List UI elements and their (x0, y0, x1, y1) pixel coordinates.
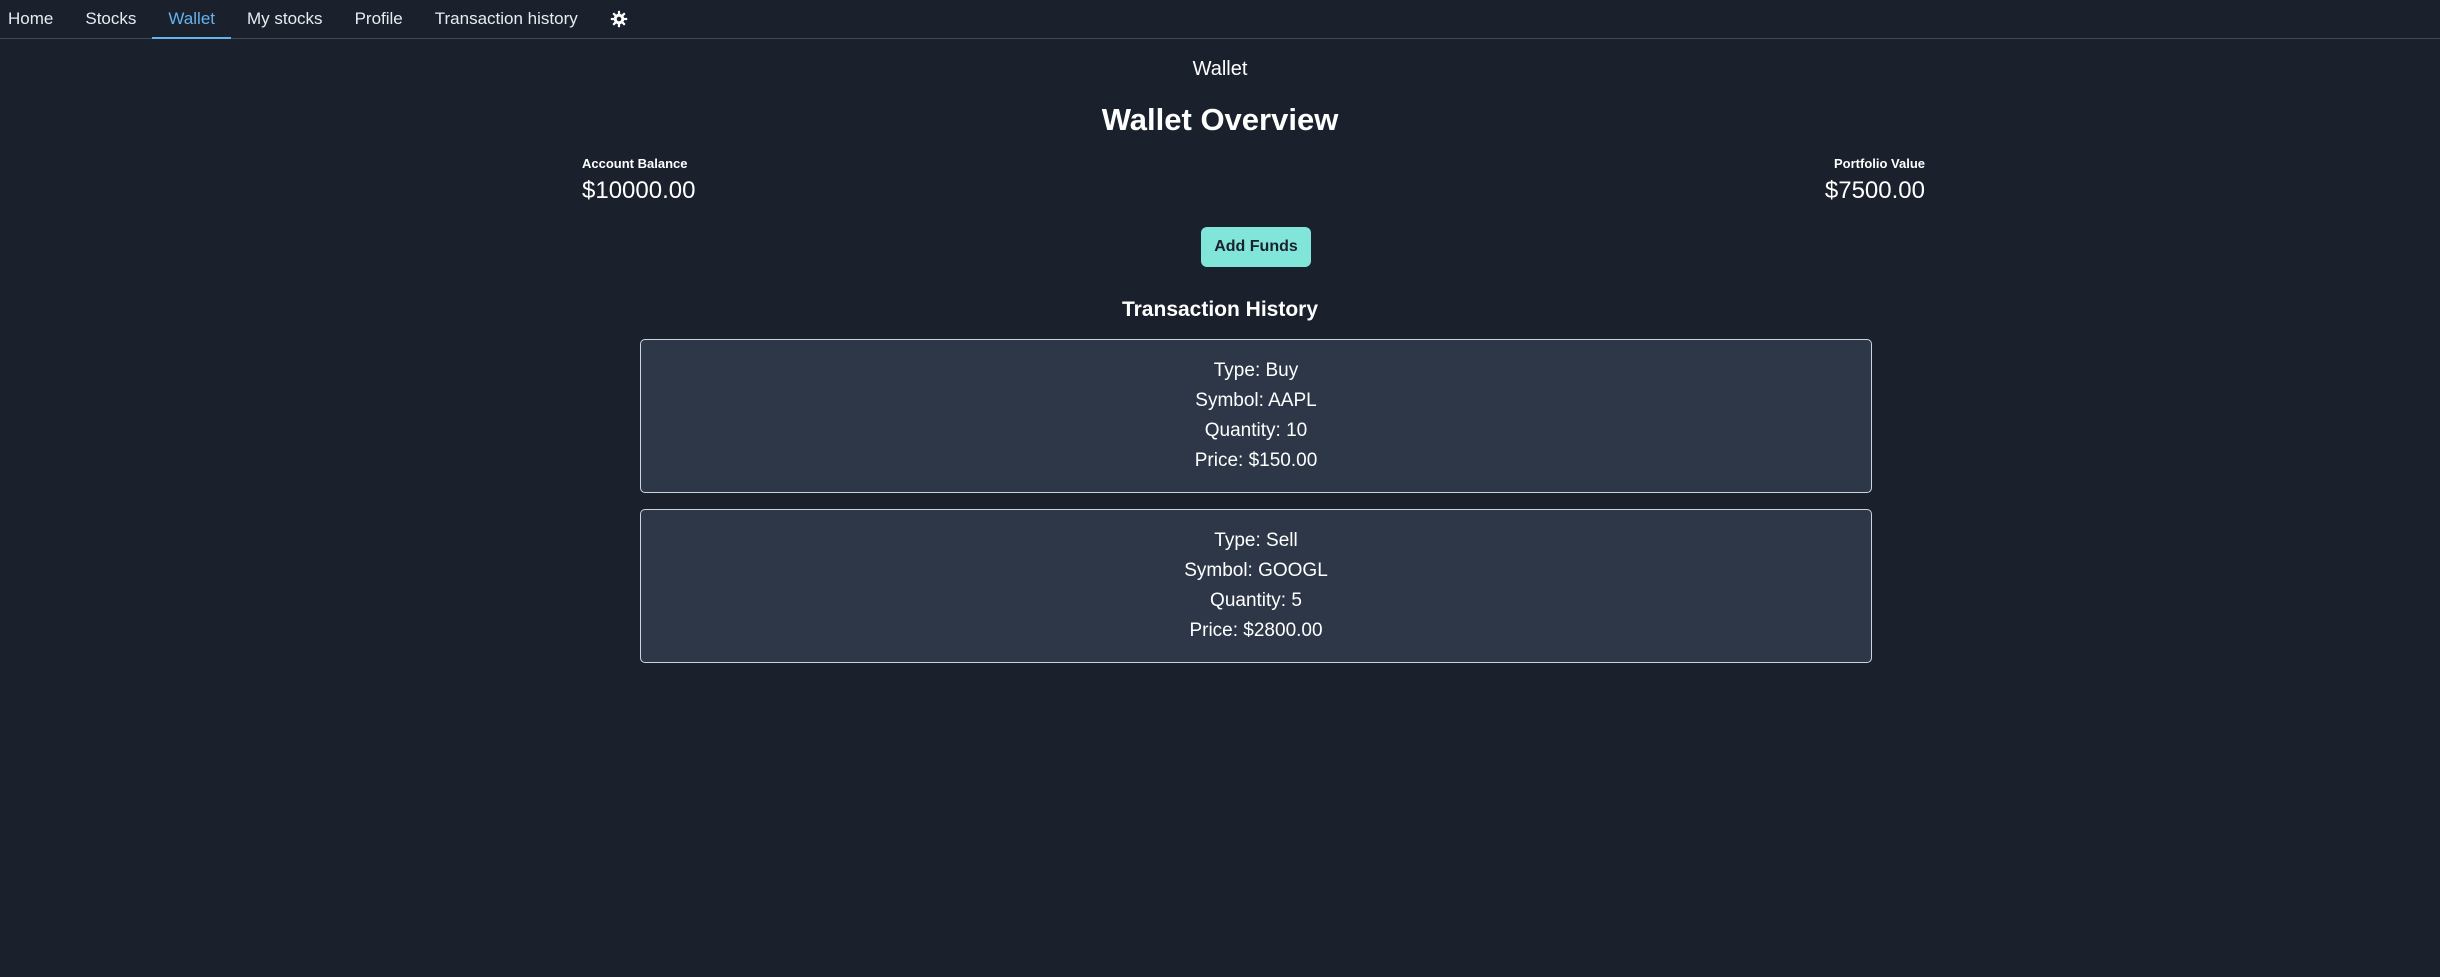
account-balance-value: $10000.00 (582, 177, 696, 204)
transaction-card: Type: Buy Symbol: AAPL Quantity: 10 Pric… (640, 339, 1872, 493)
transaction-type: Type: Buy (1213, 360, 1299, 381)
transaction-quantity: Quantity: 5 (1210, 590, 1302, 611)
account-balance-stat: Account Balance $10000.00 (582, 156, 695, 205)
transaction-price: Price: $2800.00 (1189, 620, 1323, 641)
tab-transaction-history[interactable]: Transaction history (419, 0, 594, 38)
transaction-symbol: Symbol: AAPL (1195, 390, 1317, 411)
transaction-type: Type: Sell (1214, 530, 1298, 551)
tab-wallet[interactable]: Wallet (152, 0, 231, 39)
account-balance-label: Account Balance (582, 156, 688, 171)
wallet-overview-title: Wallet Overview (1101, 102, 1339, 137)
transaction-price: Price: $150.00 (1194, 450, 1318, 471)
tab-home[interactable]: Home (0, 0, 69, 38)
portfolio-value-label: Portfolio Value (1833, 156, 1925, 171)
portfolio-value-value: $7500.00 (1824, 177, 1925, 204)
page-heading: Wallet (1192, 58, 1248, 80)
transaction-quantity: Quantity: 10 (1204, 420, 1308, 441)
transaction-history-title: Transaction History (1121, 298, 1319, 321)
top-navbar: Home Stocks Wallet My stocks Profile Tra… (0, 0, 2440, 39)
transaction-card: Type: Sell Symbol: GOOGL Quantity: 5 Pri… (640, 509, 1872, 663)
gear-icon[interactable] (594, 0, 644, 38)
add-funds-button[interactable]: Add Funds (1201, 227, 1311, 267)
portfolio-value-stat: Portfolio Value $7500.00 (1825, 156, 1925, 205)
transaction-symbol: Symbol: GOOGL (1184, 560, 1328, 581)
tab-my-stocks[interactable]: My stocks (231, 0, 339, 38)
tab-profile[interactable]: Profile (339, 0, 419, 38)
tab-stocks[interactable]: Stocks (69, 0, 152, 38)
